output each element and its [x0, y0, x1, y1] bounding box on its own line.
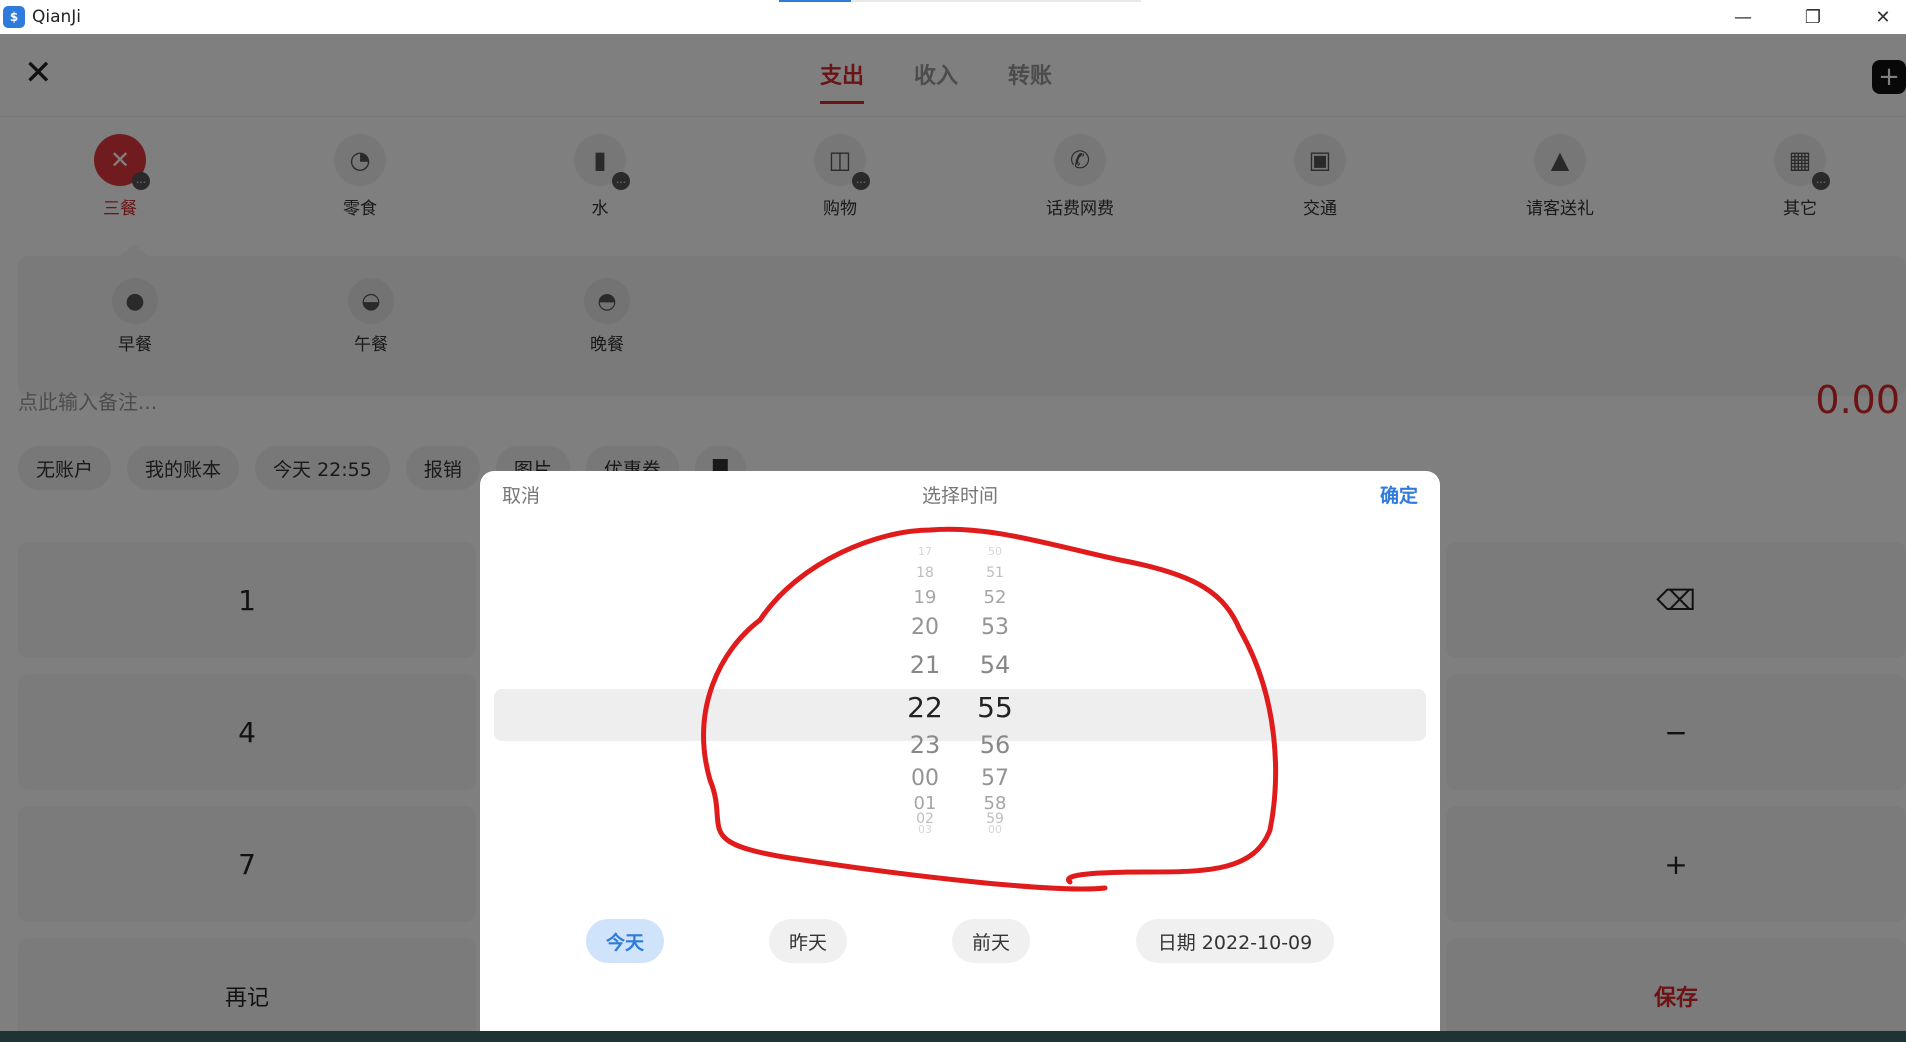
picker-value[interactable]: 52	[955, 587, 1035, 608]
date-button[interactable]: 日期 2022-10-09	[1136, 919, 1334, 963]
confirm-button[interactable]: 确定	[1380, 481, 1418, 508]
window-title: QianJi	[32, 7, 82, 27]
picker-value[interactable]: 19	[885, 587, 965, 608]
picker-value[interactable]: 23	[885, 731, 965, 759]
time-wheel[interactable]: 17 18 19 20 21 22 23 00 01 02 03 50 51 52 53 54 55 56 57 5…	[480, 545, 1440, 881]
picker-value[interactable]: 21	[885, 651, 965, 679]
taskbar	[0, 1031, 1906, 1042]
hour-wheel[interactable]: 17 18 19 20 21 22 23 00 01 02 03	[885, 545, 965, 881]
picker-value[interactable]: 17	[885, 545, 965, 558]
picker-value[interactable]: 54	[955, 651, 1035, 679]
maximize-button[interactable]: ❐	[1786, 0, 1840, 34]
today-button[interactable]: 今天	[586, 919, 664, 963]
minimize-button[interactable]: —	[1716, 0, 1770, 34]
picker-value[interactable]: 18	[885, 565, 965, 581]
minute-wheel[interactable]: 50 51 52 53 54 55 56 57 58 59 00	[955, 545, 1035, 881]
picker-value[interactable]: 53	[955, 615, 1035, 640]
picker-value[interactable]: 20	[885, 615, 965, 640]
picker-selected-value[interactable]: 55	[955, 691, 1035, 724]
yesterday-button[interactable]: 昨天	[769, 919, 847, 963]
window-titlebar: $ QianJi — ❐ ✕	[0, 0, 1906, 34]
window-close-button[interactable]: ✕	[1856, 0, 1906, 34]
picker-value[interactable]: 00	[885, 766, 965, 791]
picker-value[interactable]: 00	[955, 823, 1035, 836]
picker-value[interactable]: 56	[955, 731, 1035, 759]
day-before-button[interactable]: 前天	[952, 919, 1030, 963]
picker-selected-value[interactable]: 22	[885, 691, 965, 724]
picker-value[interactable]: 03	[885, 823, 965, 836]
picker-value[interactable]: 51	[955, 565, 1035, 581]
loading-progress-bar	[779, 0, 1141, 2]
quick-day-row: 今天 昨天 前天 日期 2022-10-09	[480, 919, 1440, 963]
picker-value[interactable]: 57	[955, 766, 1035, 791]
time-picker-dialog: 取消 选择时间 确定 17 18 19 20 21 22 23 00 01 02 03 50 51 52…	[480, 471, 1440, 1031]
app-logo-icon: $	[3, 6, 25, 28]
picker-value[interactable]: 50	[955, 545, 1035, 558]
dialog-title: 选择时间	[921, 485, 998, 507]
